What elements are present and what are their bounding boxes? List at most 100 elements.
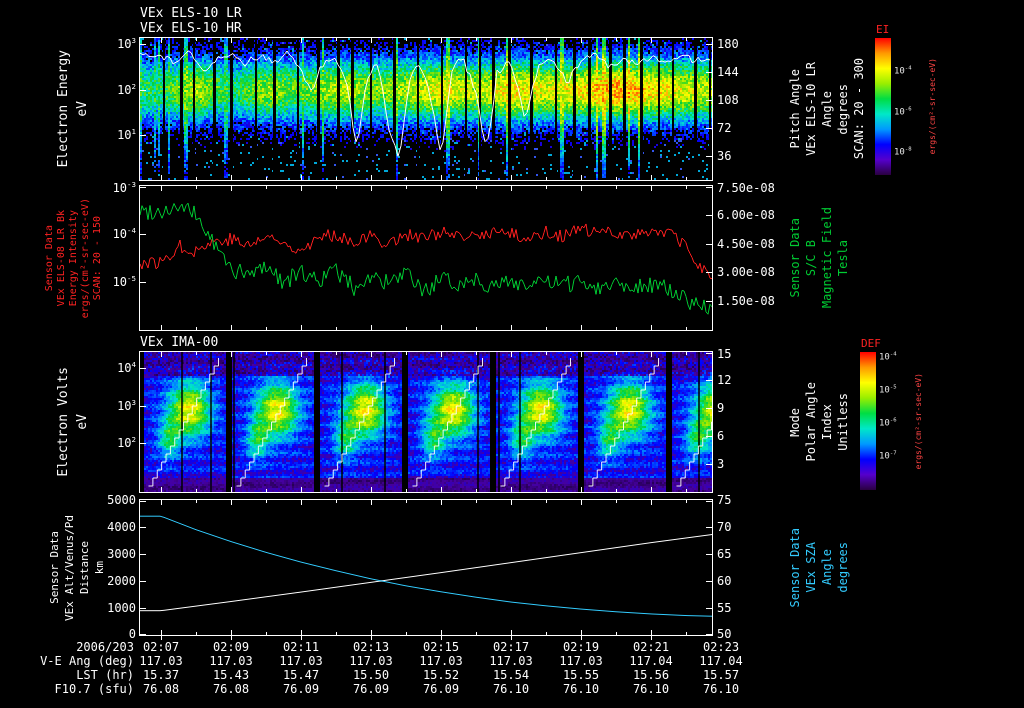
colorbar-tick-label: 10-4	[879, 351, 897, 363]
y-tick-label: 75	[717, 493, 732, 507]
axis-label-line: SCAN: 20 - 300	[852, 58, 866, 160]
y-tick-label: 9	[717, 401, 725, 415]
time-tick-label: 02:07	[142, 640, 180, 654]
value-cell: 15.52	[422, 668, 460, 682]
y-tick-label: 102	[117, 435, 136, 450]
value-cell: 117.03	[489, 654, 533, 668]
time-tick-mark	[511, 636, 512, 640]
colorbar-tick-label: 10-6	[894, 106, 912, 118]
time-tick-mark	[581, 636, 582, 640]
axis-label-line: Magnetic Field	[820, 207, 834, 309]
time-tick-mark	[301, 636, 302, 640]
panel3-title: VEx IMA-00	[140, 335, 219, 350]
y-tick-label: 55	[717, 601, 732, 615]
axis-label-line: eV	[75, 101, 90, 117]
ima-colorbar-title: DEF	[861, 337, 881, 350]
y-tick-label: 6.00e-08	[717, 208, 775, 222]
value-cell: 117.03	[139, 654, 183, 668]
panel1-title-hr: VEx ELS-10 HR	[140, 21, 242, 36]
axis-label-line: eV	[75, 414, 90, 430]
value-cell: 15.57	[702, 668, 740, 682]
axis-label-group: Pitch Angle VEx ELS-10 LR Angle degrees SCAN…	[788, 38, 866, 180]
value-cell: 76.09	[282, 682, 320, 696]
ephemeris-canvas	[140, 500, 712, 635]
value-cell: 117.03	[419, 654, 463, 668]
axis-label-line: Sensor Data	[788, 218, 802, 298]
colorbar-tick-label: 10-5	[879, 384, 897, 396]
axis-label-group: Sensor Data VEx Alt/Venus/Pd Distance km	[48, 500, 106, 635]
y-tick-label: 70	[717, 520, 732, 534]
axis-label-group: Electron Volts eV	[56, 352, 90, 492]
value-cell: 76.10	[562, 682, 600, 696]
y-tick-label: 72	[717, 121, 732, 135]
axis-label-line: Energy Intensity	[68, 209, 79, 307]
y-tick-label: 60	[717, 574, 732, 588]
time-tick-label: 02:11	[282, 640, 320, 654]
axis-label-group: Sensor Data VEx SZA Angle degrees	[788, 500, 850, 635]
axis-label-line: Mode	[788, 407, 802, 437]
y-tick-label: 3	[717, 457, 725, 471]
axis-label-line: Pitch Angle	[788, 69, 802, 149]
y-tick-label: 15	[717, 347, 732, 361]
axis-label-line: ergs/(cm²-sr-sec-eV)	[928, 58, 937, 155]
axis-label-line: Index	[820, 403, 834, 441]
y-tick-label: 50	[717, 627, 732, 641]
axis-label-line: degrees	[836, 542, 850, 593]
axis-label-line: S/C B	[804, 239, 818, 277]
value-cell: 117.04	[699, 654, 743, 668]
value-cell: 76.10	[632, 682, 670, 696]
y-tick-label: 103	[117, 398, 136, 413]
y-tick-label: 7.50e-08	[717, 181, 775, 195]
y-tick-label: 108	[717, 93, 739, 107]
row-label: LST (hr)	[76, 668, 134, 682]
value-cell: 15.55	[562, 668, 600, 682]
axis-label-line: Electron Energy	[56, 50, 71, 168]
panel1-title-lr: VEx ELS-10 LR	[140, 6, 242, 21]
time-tick-label: 02:19	[562, 640, 600, 654]
axis-label-line: degrees	[836, 83, 850, 135]
colorbar-tick-label: 10-4	[894, 65, 912, 77]
colorbar-tick-label: 10-7	[879, 450, 897, 462]
axis-label-line: VEx ELS-08 LR Bk	[56, 209, 67, 307]
axis-label-line: Angle	[820, 90, 834, 128]
time-tick-label: 02:15	[422, 640, 460, 654]
value-cell: 117.03	[559, 654, 603, 668]
axis-label-group: Sensor Data S/C B Magnetic Field Tesla	[788, 186, 850, 330]
value-cell: 15.56	[632, 668, 670, 682]
axis-label-line: ergs/(cm²-sr-sec-eV)	[914, 372, 923, 470]
value-cell: 117.04	[629, 654, 673, 668]
time-tick-label: 02:17	[492, 640, 530, 654]
els-colorbar-title: EI	[876, 23, 890, 36]
value-cell: 76.09	[352, 682, 390, 696]
value-cell: 15.43	[212, 668, 250, 682]
axis-label-line: SCAN: 20 - 150	[92, 215, 103, 301]
els-colorbar	[875, 38, 891, 175]
axis-label-line: Angle	[820, 549, 834, 586]
time-tick-label: 02:13	[352, 640, 390, 654]
time-tick-mark	[371, 636, 372, 640]
axis-label-line: Sensor Data	[44, 224, 55, 292]
y-tick-label: 36	[717, 149, 732, 163]
date-label: 2006/203	[76, 640, 134, 654]
axis-label-line: Polar Angle	[804, 382, 818, 462]
ima-spectrogram-canvas	[140, 352, 712, 492]
y-tick-label: 65	[717, 547, 732, 561]
y-tick-label: 144	[717, 65, 739, 79]
axis-label-group: Sensor Data VEx ELS-08 LR Bk Energy Intens…	[44, 186, 103, 330]
axis-label-line: Sensor Data	[788, 527, 802, 608]
value-cell: 15.50	[352, 668, 390, 682]
axis-label-line: VEx Alt/Venus/Pd	[63, 514, 76, 621]
axis-label-group: ergs/(cm²-sr-sec-eV)	[914, 352, 923, 490]
intensity-bfield-canvas	[140, 186, 712, 330]
value-cell: 76.10	[702, 682, 740, 696]
y-tick-label: 1.50e-08	[717, 294, 775, 308]
y-tick-label: 101	[117, 127, 136, 142]
value-cell: 15.54	[492, 668, 530, 682]
axis-label-group: ergs/(cm²-sr-sec-eV)	[928, 38, 937, 175]
colorbar-tick-label: 10-6	[879, 417, 897, 429]
row-label: V-E Ang (deg)	[40, 654, 134, 668]
y-tick-label: 180	[717, 37, 739, 51]
value-cell: 76.10	[492, 682, 530, 696]
axis-label-line: VEx SZA	[804, 542, 818, 593]
ima-colorbar	[860, 352, 876, 490]
